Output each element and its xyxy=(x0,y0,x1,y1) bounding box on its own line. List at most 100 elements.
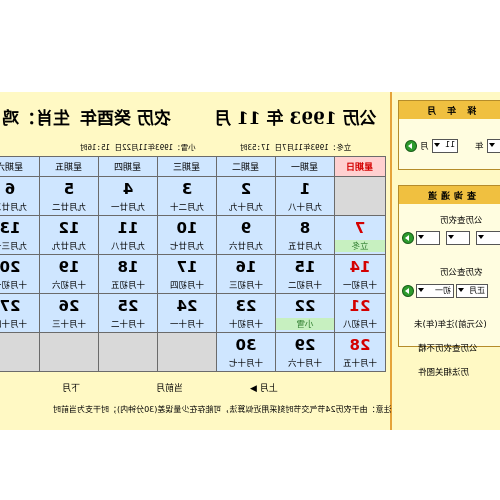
day-cell[interactable]: 28 十月十五 xyxy=(334,332,386,372)
go-lunar-button[interactable] xyxy=(402,285,414,297)
weekday-header: 星期六星期五星期四星期三星期二星期一星期日 xyxy=(0,156,386,177)
day-cell[interactable]: 27 十月十四 xyxy=(0,293,40,333)
month-nav: 上月 ▶ 当前月 下月 xyxy=(0,378,390,398)
greg-month-select[interactable] xyxy=(446,231,470,245)
day-cell[interactable]: 29 十月十六 xyxy=(275,332,335,372)
day-cell[interactable]: 26 十月十三 xyxy=(39,293,99,333)
day-number: 1 xyxy=(299,180,311,198)
lunar-date: 十月初一 xyxy=(343,281,378,291)
prev-month-link[interactable]: 上月 ▶ xyxy=(250,381,278,394)
lunar-date: 十月十六 xyxy=(288,359,323,369)
lunar-day-select[interactable]: 初一 xyxy=(416,284,454,298)
day-number: 8 xyxy=(299,219,311,237)
day-number: 17 xyxy=(176,258,198,276)
week-row: 6 九月廿三 5 九月廿二 4 九月廿一 3 九月二十 2 九月十九 1 九月十八 xyxy=(0,176,386,216)
lunar-date: 九月十八 xyxy=(288,203,323,213)
lunar-date: 立冬 xyxy=(335,240,385,252)
day-cell[interactable]: 4 九月廿一 xyxy=(98,176,158,216)
day-number: 12 xyxy=(58,219,80,237)
current-month-link[interactable]: 当前月 xyxy=(156,381,183,394)
lunar-date: 十月十三 xyxy=(52,320,87,330)
day-number: 23 xyxy=(235,297,257,315)
lunar-date: 九月廿八 xyxy=(111,242,146,252)
day-number: 26 xyxy=(58,297,80,315)
day-cell[interactable]: 8 九月廿五 xyxy=(275,215,335,255)
lunar-date: 小雪 xyxy=(276,318,334,330)
day-cell[interactable]: 7 立冬 xyxy=(334,215,386,255)
greg-day-select[interactable] xyxy=(416,231,440,245)
day-number: 11 xyxy=(117,219,139,237)
day-cell[interactable]: 30 十月十七 xyxy=(216,332,276,372)
day-cell[interactable]: 24 十月十一 xyxy=(157,293,217,333)
empty-cell xyxy=(157,332,217,372)
day-cell[interactable]: 25 十月十二 xyxy=(98,293,158,333)
day-cell[interactable]: 19 十月初六 xyxy=(39,254,99,294)
day-number: 4 xyxy=(122,180,134,198)
side-note-2: 公历查农历不精 xyxy=(418,344,478,354)
lunar-month-select[interactable]: 正月 xyxy=(456,284,488,298)
lunar-date: 十月十五 xyxy=(343,359,378,369)
day-number: 19 xyxy=(58,258,80,276)
year-select[interactable] xyxy=(487,139,500,153)
gregorian-title: 公历 1993 年 11 月 xyxy=(214,109,377,129)
side-note-1: (公元前)注年(年)未 xyxy=(414,320,487,330)
weekday-0: 星期日 xyxy=(334,156,386,177)
go-gregorian-button[interactable] xyxy=(402,232,414,244)
day-cell[interactable]: 10 九月廿七 xyxy=(157,215,217,255)
empty-cell xyxy=(98,332,158,372)
next-month-link[interactable]: 下月 xyxy=(62,381,80,394)
lunar-date: 十月初五 xyxy=(111,281,146,291)
calendar-grid: 星期六星期五星期四星期三星期二星期一星期日 6 九月廿三 5 九月廿二 4 九月廿一 3 九月… xyxy=(0,156,386,372)
side-note-3[interactable]: 历法相关图件 xyxy=(418,366,469,378)
weekday-6: 星期六 xyxy=(0,156,40,177)
lunar-date: 九月廿九 xyxy=(52,242,87,252)
day-cell[interactable]: 11 九月廿八 xyxy=(98,215,158,255)
greg-year-select[interactable] xyxy=(476,231,500,245)
day-number: 7 xyxy=(354,219,366,237)
day-number: 27 xyxy=(0,297,21,315)
day-cell[interactable]: 14 十月初一 xyxy=(334,254,386,294)
lunar-date: 九月廿七 xyxy=(170,242,205,252)
bottom-margin xyxy=(0,452,500,500)
day-number: 18 xyxy=(117,258,139,276)
day-number: 15 xyxy=(294,258,316,276)
accuracy-note: 注意：由于农历24节气交节时刻采用近似算法，可能存在少量误差(30分钟内)；时干… xyxy=(53,405,392,414)
day-cell[interactable]: 22 小雪 xyxy=(275,293,335,333)
day-cell[interactable]: 18 十月初五 xyxy=(98,254,158,294)
day-cell[interactable]: 23 十月初十 xyxy=(216,293,276,333)
day-cell[interactable]: 17 十月初四 xyxy=(157,254,217,294)
day-cell[interactable]: 5 九月廿二 xyxy=(39,176,99,216)
day-number: 16 xyxy=(235,258,257,276)
year-label: 年 xyxy=(475,142,484,152)
day-cell[interactable]: 12 九月廿九 xyxy=(39,215,99,255)
lunar-date: 十月初十 xyxy=(229,320,264,330)
day-cell[interactable]: 9 九月廿六 xyxy=(216,215,276,255)
lunar-date: 九月廿二 xyxy=(52,203,87,213)
lunar-date: 九月廿三 xyxy=(0,203,28,213)
go-month-button[interactable] xyxy=(405,140,417,152)
week-row: 30 十月十七 29 十月十六 28 十月十五 xyxy=(0,332,386,372)
month-select[interactable]: 11 xyxy=(432,139,458,153)
weekday-3: 星期三 xyxy=(157,156,217,177)
week-row: 13 九月三十 12 九月廿九 11 九月廿八 10 九月廿七 9 九月廿六 8 九月廿五 7 立冬 xyxy=(0,215,386,255)
day-cell[interactable]: 13 九月三十 xyxy=(0,215,40,255)
day-cell[interactable]: 2 九月十九 xyxy=(216,176,276,216)
day-cell[interactable]: 15 十月初二 xyxy=(275,254,335,294)
lunar-year-title: 农历 癸酉年 xyxy=(80,109,171,129)
lunar-date: 九月廿六 xyxy=(229,242,264,252)
lunar-date: 九月廿五 xyxy=(288,242,323,252)
day-number: 21 xyxy=(349,297,371,315)
day-cell[interactable]: 3 九月二十 xyxy=(157,176,217,216)
day-cell[interactable]: 21 十月初八 xyxy=(334,293,386,333)
term-lidong: 立冬：1993年11月7日 17:53时 xyxy=(240,143,352,152)
day-cell[interactable]: 6 九月廿三 xyxy=(0,176,40,216)
day-cell[interactable]: 20 十月初七 xyxy=(0,254,40,294)
day-number: 22 xyxy=(294,297,316,315)
day-cell[interactable]: 16 十月初三 xyxy=(216,254,276,294)
lunar-date: 十月初六 xyxy=(52,281,87,291)
zodiac-title: 生肖：鸡 xyxy=(2,109,70,129)
day-number: 5 xyxy=(63,180,75,198)
lunar-date: 九月十九 xyxy=(229,203,264,213)
top-margin xyxy=(0,0,500,92)
day-cell[interactable]: 1 九月十八 xyxy=(275,176,335,216)
